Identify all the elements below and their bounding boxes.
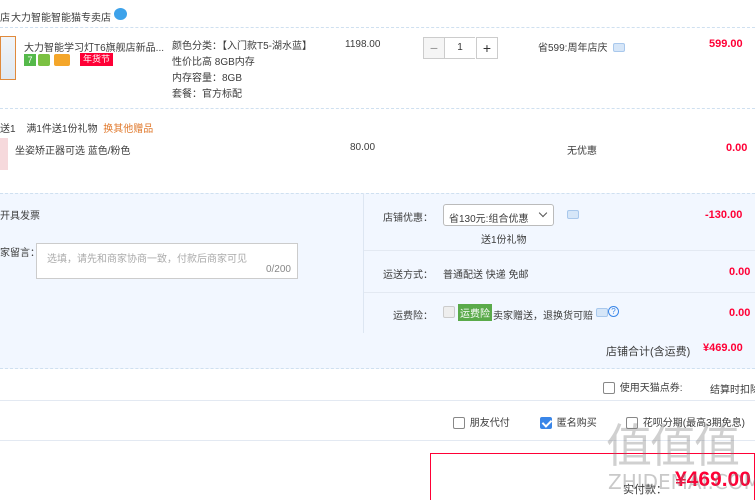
- seller-note-input[interactable]: 选填，请先和商家协商一致，付款后商家可见 0/200: [36, 243, 298, 279]
- product-subtotal: 599.00: [709, 38, 743, 50]
- product-thumbnail[interactable]: [0, 36, 16, 80]
- insurance-amount: 0.00: [729, 307, 751, 319]
- product-attrs: 颜色分类：【入门款T5-湖水蓝】 性价比高 8GB内存 内存容量：8GB 套餐：…: [172, 39, 312, 103]
- settle-note: 结算时扣除: [710, 385, 755, 396]
- attr-color: 颜色分类：【入门款T5-湖水蓝】: [172, 41, 312, 52]
- guarantee-icon: [38, 54, 50, 66]
- gift-promo: 无优惠: [567, 146, 597, 157]
- seller-note-placeholder: 选填，请先和商家协商一致，付款后商家可见: [47, 254, 247, 265]
- discount-info-icon[interactable]: [567, 210, 579, 219]
- insurance-chat-icon[interactable]: [596, 308, 608, 317]
- attr-memory: 内存容量：8GB: [172, 73, 243, 84]
- tmall-points-checkbox[interactable]: [603, 382, 615, 395]
- right-panel-divider: [363, 193, 364, 333]
- chat-bubble-icon[interactable]: [114, 8, 127, 20]
- insurance-tag: 运费险: [458, 304, 492, 321]
- insurance-label: 运费险：: [393, 311, 433, 322]
- chevron-down-icon: [538, 208, 548, 218]
- friend-pay-option[interactable]: 朋友代付: [453, 414, 510, 430]
- tmall-points-option[interactable]: 使用天猫点券:: [603, 379, 683, 395]
- shop-prefix: 店: [0, 13, 10, 24]
- friend-pay-checkbox[interactable]: [453, 417, 465, 430]
- insurance-checkbox[interactable]: [443, 306, 455, 318]
- anonymous-checkbox[interactable]: [540, 417, 552, 430]
- shop-discount-select[interactable]: 省130元:组合优惠: [443, 204, 554, 226]
- year-festival-badge: 年货节: [80, 53, 114, 66]
- shop-discount-label: 店铺优惠：: [383, 213, 433, 224]
- friend-pay-label: 朋友代付: [469, 418, 510, 429]
- anonymous-option[interactable]: 匿名购买: [540, 414, 597, 430]
- shop-discount-sub: 送1份礼物: [481, 235, 527, 246]
- invoice-label: 开具发票: [0, 211, 40, 222]
- increase-quantity-button[interactable]: +: [476, 37, 498, 59]
- change-gift-link[interactable]: 换其他赠品: [103, 124, 153, 135]
- gift-name[interactable]: 坐姿矫正器可选 蓝色/粉色: [15, 142, 131, 157]
- help-question-icon[interactable]: ?: [608, 306, 619, 317]
- shop-discount-value: 省130元:组合优惠: [449, 214, 529, 225]
- delivery-label: 运送方式：: [383, 270, 433, 281]
- gift-thumbnail[interactable]: [0, 138, 8, 170]
- product-promo: 省599:周年店庆: [538, 39, 626, 54]
- insurance-desc: 卖家赠送，退换货可赔: [493, 311, 593, 322]
- gift-subtotal: 0.00: [726, 142, 748, 154]
- promo-info-icon[interactable]: [613, 43, 626, 52]
- watermark-site: ZHIDEMAI.COM: [608, 470, 755, 494]
- attr-package: 套餐：官方标配: [172, 89, 242, 100]
- tmall-points-label: 使用天猫点券:: [619, 383, 683, 394]
- decrease-quantity-button[interactable]: −: [423, 37, 445, 59]
- delivery-value: 普通配送 快递 免邮: [443, 270, 529, 281]
- shop-total-label: 店铺合计(含运费): [606, 346, 691, 358]
- delivery-amount: 0.00: [729, 266, 751, 278]
- product-price: 1198.00: [345, 39, 381, 50]
- card-icon: [54, 54, 70, 66]
- quantity-input[interactable]: 1: [445, 37, 475, 59]
- shop-name[interactable]: 大力智能智能猫专卖店: [11, 9, 111, 24]
- seven-day-return-icon: 7: [24, 54, 36, 66]
- gift-price: 80.00: [350, 142, 376, 153]
- attr-value: 性价比高 8GB内存: [172, 57, 255, 68]
- gift-desc: 满1件送1份礼物: [26, 124, 98, 135]
- gift-prefix: 送1: [0, 124, 16, 135]
- product-title[interactable]: 大力智能学习灯T6旗舰店新品...: [24, 39, 164, 54]
- product-promo-text: 省599:周年店庆: [538, 43, 608, 54]
- anonymous-label: 匿名购买: [556, 418, 597, 429]
- gift-promo-line: 送1 满1件送1份礼物 换其他赠品: [0, 120, 153, 135]
- note-label: 家留言：: [0, 248, 40, 259]
- shop-total-value: ¥469.00: [703, 342, 743, 354]
- watermark-logo: 值值值: [606, 419, 740, 473]
- shop-discount-amount: -130.00: [705, 209, 743, 221]
- seller-note-counter: 0/200: [265, 264, 291, 275]
